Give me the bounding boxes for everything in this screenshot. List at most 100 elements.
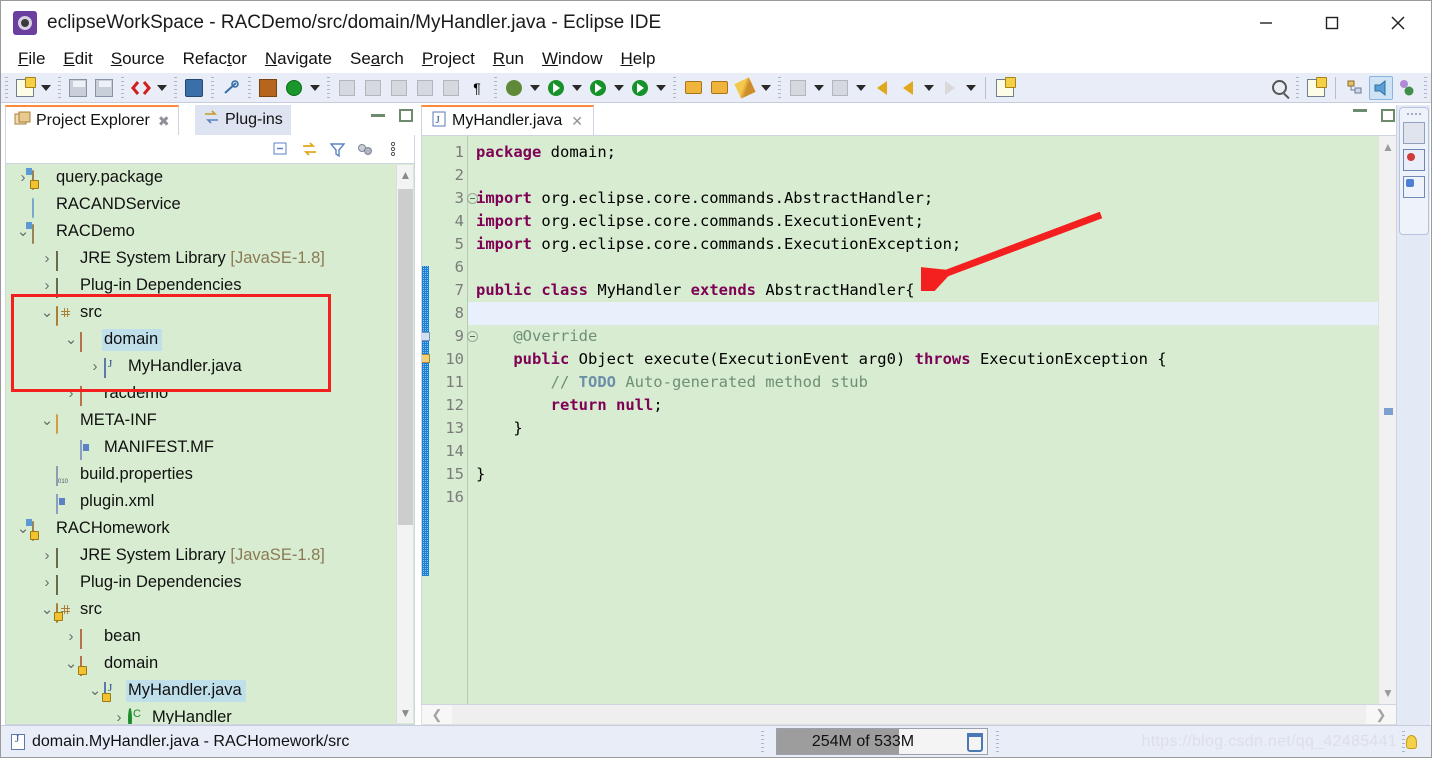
lightbulb-icon[interactable] — [1406, 735, 1417, 749]
save-icon[interactable] — [66, 76, 90, 100]
tree-item-domain[interactable]: ⌄ domain — [6, 326, 414, 353]
collapse-all-icon[interactable] — [272, 140, 290, 158]
menu-run[interactable]: Run — [484, 47, 533, 71]
scroll-thumb[interactable] — [398, 189, 413, 525]
paragraph-icon[interactable]: ¶ — [465, 76, 489, 100]
chevron-down-icon[interactable]: ⌄ — [38, 413, 56, 428]
chevron-right-icon[interactable]: › — [110, 709, 128, 724]
code-line[interactable]: import org.eclipse.core.commands.Executi… — [476, 210, 1396, 233]
view-filter-icon[interactable] — [328, 140, 346, 158]
drag-handle[interactable] — [1406, 112, 1422, 117]
back-dropdown-icon[interactable] — [921, 76, 937, 100]
menu-project[interactable]: Project — [413, 47, 484, 71]
debug-dropdown-icon[interactable] — [527, 76, 543, 100]
code-line[interactable]: import org.eclipse.core.commands.Abstrac… — [476, 187, 1396, 210]
project-tree[interactable]: › query.package RACANDService ⌄ RACDemo › JRE … — [5, 163, 415, 725]
tree-item-domain[interactable]: ⌄ domain — [6, 650, 414, 677]
tree-item-src[interactable]: ⌄ src — [6, 596, 414, 623]
open-type-dropdown-icon[interactable] — [154, 76, 170, 100]
minimize-icon[interactable] — [371, 114, 385, 117]
debug-icon[interactable] — [502, 76, 526, 100]
chevron-right-icon[interactable]: › — [38, 574, 56, 591]
chevron-right-icon[interactable]: › — [62, 628, 80, 645]
code-line[interactable]: public Object execute(ExecutionEvent arg… — [476, 348, 1396, 371]
tree-vertical-scrollbar[interactable]: ▲ ▼ — [396, 165, 413, 723]
chevron-right-icon[interactable]: › — [38, 250, 56, 267]
chevron-right-icon[interactable]: › — [38, 547, 56, 564]
chevron-down-icon[interactable]: ⌄ — [38, 305, 56, 320]
menu-refactor[interactable]: Refactor — [174, 47, 256, 71]
overview-marker[interactable] — [1384, 408, 1393, 415]
chevron-right-icon[interactable]: › — [86, 358, 104, 375]
new-plugin-icon[interactable] — [256, 76, 280, 100]
tree-item-racandservice[interactable]: RACANDService — [6, 191, 414, 218]
editor-horizontal-scrollbar[interactable]: ❮ ❯ — [421, 705, 1397, 725]
scroll-up-icon[interactable]: ▲ — [1379, 136, 1396, 158]
trash-icon[interactable] — [967, 733, 983, 752]
tree-item-plug-in-dependencies[interactable]: › Plug-in Dependencies — [6, 272, 414, 299]
next-annotation-dropdown-icon[interactable] — [811, 76, 827, 100]
back-icon[interactable] — [896, 76, 920, 100]
tree-item-plugin-xml[interactable]: plugin.xml — [6, 488, 414, 515]
tree-item-build-properties[interactable]: build.properties — [6, 461, 414, 488]
code-line[interactable] — [468, 302, 1396, 325]
tree-item-racdemo[interactable]: › racdemo — [6, 380, 414, 407]
menu-navigate[interactable]: Navigate — [256, 47, 341, 71]
focus-icon[interactable] — [356, 140, 374, 158]
code-line[interactable]: public class MyHandler extends AbstractH… — [476, 279, 1396, 302]
save-all-icon[interactable] — [92, 76, 116, 100]
view-menu-icon[interactable] — [384, 140, 402, 158]
open-folder-icon[interactable] — [681, 76, 705, 100]
refresh-icon[interactable] — [282, 76, 306, 100]
debug-perspective-icon[interactable] — [1369, 75, 1393, 100]
menu-file[interactable]: File — [9, 47, 54, 71]
code-line[interactable]: // TODO Auto-generated method stub — [476, 371, 1396, 394]
skip-breakpoints-icon[interactable] — [219, 76, 243, 100]
forward-dropdown-icon[interactable] — [963, 76, 979, 100]
code-line[interactable] — [476, 256, 1396, 279]
tab-project-explorer[interactable]: Project Explorer ✖ — [5, 105, 179, 135]
code-line[interactable]: @Override — [476, 325, 1396, 348]
code-line[interactable]: import org.eclipse.core.commands.Executi… — [476, 233, 1396, 256]
forward-icon[interactable] — [938, 76, 962, 100]
tab-myhandler-java[interactable]: J MyHandler.java ✕ — [421, 105, 595, 135]
tree-item-manifest-mf[interactable]: MANIFEST.MF — [6, 434, 414, 461]
tree-item-myhandler[interactable]: › MyHandler — [6, 704, 414, 724]
scroll-down-icon[interactable]: ▼ — [397, 703, 414, 723]
java-perspective-icon[interactable] — [1343, 76, 1367, 100]
close-button[interactable] — [1365, 1, 1431, 45]
tree-item-rachomework[interactable]: ⌄ RACHomework — [6, 515, 414, 542]
prev-annotation-icon[interactable] — [828, 76, 852, 100]
link-icon[interactable] — [387, 76, 411, 100]
tree-item-jre-system-library[interactable]: › JRE System Library [JavaSE-1.8] — [6, 245, 414, 272]
export-icon[interactable] — [413, 76, 437, 100]
refresh-dropdown-icon[interactable] — [307, 76, 323, 100]
close-icon[interactable]: ✖ — [158, 113, 170, 130]
tree-item-jre-system-library[interactable]: › JRE System Library [JavaSE-1.8] — [6, 542, 414, 569]
tab-plugins[interactable]: Plug-ins — [195, 105, 291, 135]
code-line[interactable] — [476, 486, 1396, 509]
open-resource-icon[interactable] — [707, 76, 731, 100]
run-icon[interactable] — [544, 76, 568, 100]
code-line[interactable]: return null; — [476, 394, 1396, 417]
tree-item-bean[interactable]: › bean — [6, 623, 414, 650]
minimize-button[interactable] — [1233, 1, 1299, 45]
chevron-right-icon[interactable]: › — [62, 385, 80, 402]
coverage-dropdown-icon[interactable] — [653, 76, 669, 100]
scroll-left-icon[interactable]: ❮ — [422, 707, 452, 723]
link-with-editor-icon[interactable] — [300, 140, 318, 158]
code-line[interactable] — [476, 440, 1396, 463]
scroll-track[interactable] — [452, 705, 1366, 724]
scroll-up-icon[interactable]: ▲ — [397, 165, 414, 185]
code-line[interactable]: } — [476, 463, 1396, 486]
code-line[interactable]: } — [476, 417, 1396, 440]
new-perspective-icon[interactable] — [1304, 76, 1328, 100]
tree-item-myhandler-java[interactable]: › MyHandler.java — [6, 353, 414, 380]
outline-view-icon[interactable] — [1403, 176, 1425, 198]
menu-edit[interactable]: Edit — [54, 47, 101, 71]
chevron-down-icon[interactable]: ⌄ — [62, 332, 80, 347]
tree-item-query-package[interactable]: › query.package — [6, 164, 414, 191]
maximize-button[interactable] — [1299, 1, 1365, 45]
restore-icon[interactable] — [1353, 109, 1367, 112]
run-config-dropdown-icon[interactable] — [611, 76, 627, 100]
